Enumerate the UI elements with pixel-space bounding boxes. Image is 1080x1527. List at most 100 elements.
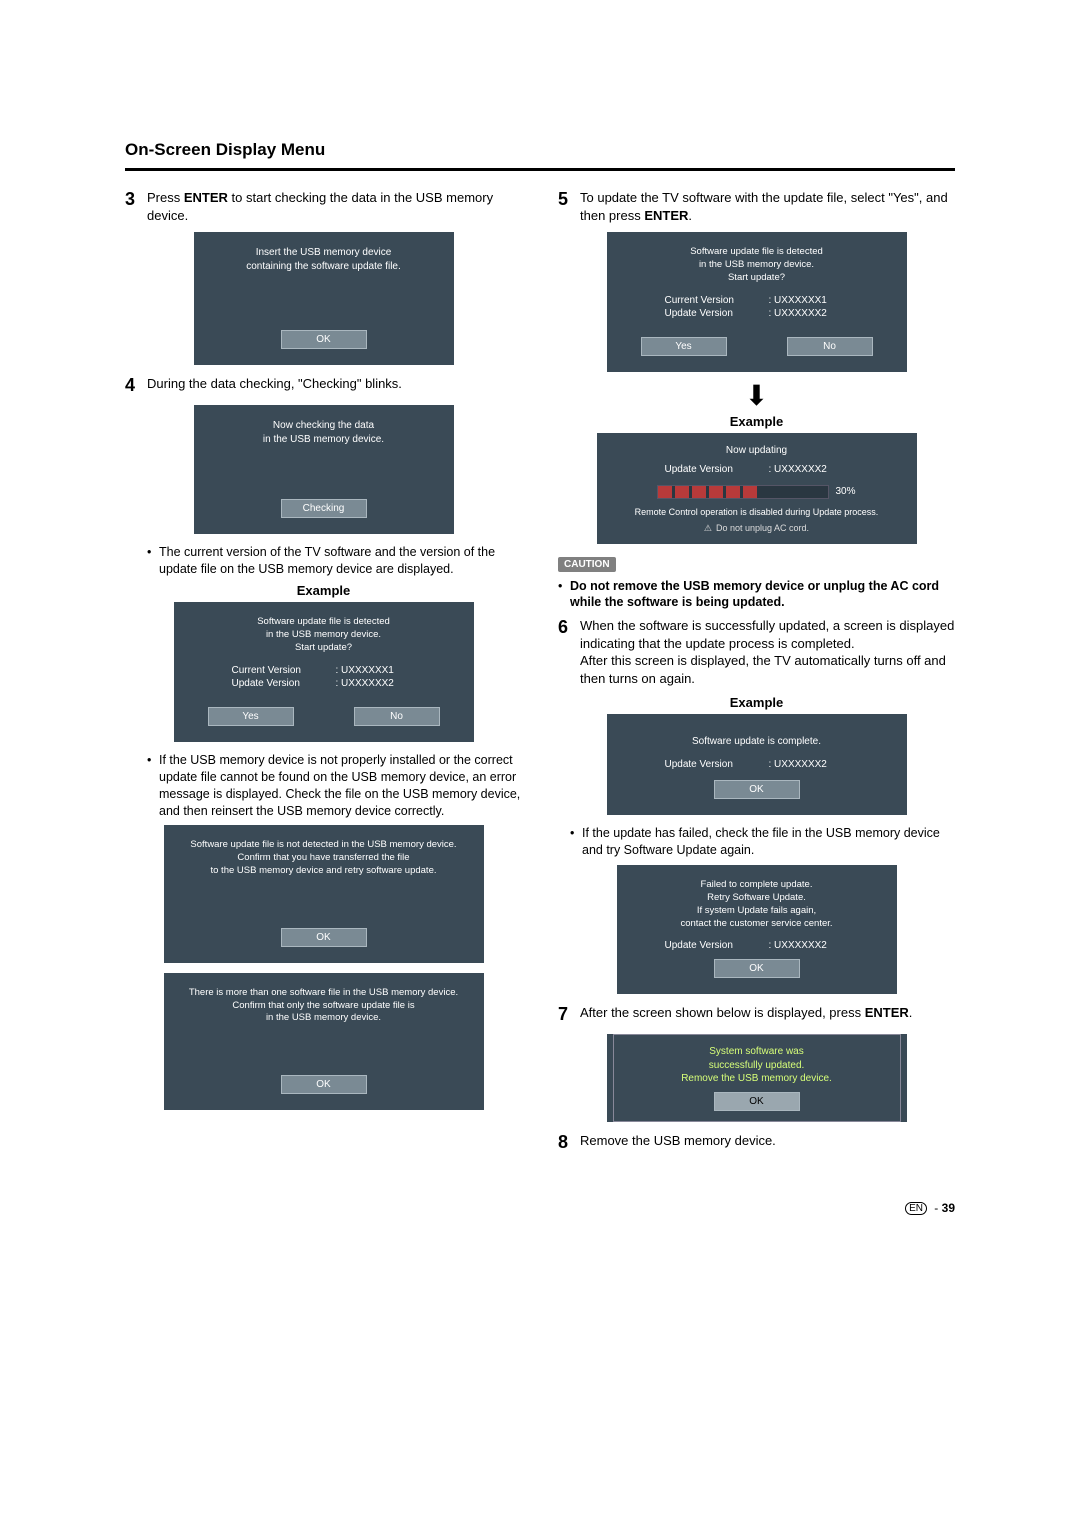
no-button[interactable]: No: [787, 337, 873, 356]
msg-line: in the USB memory device.: [699, 259, 814, 270]
version-label: Update Version: [232, 678, 322, 689]
step-text: When the software is successfully update…: [580, 617, 955, 687]
example-label: Example: [558, 695, 955, 710]
ok-button[interactable]: OK: [281, 1075, 367, 1094]
dialog-update-detected: Software update file is detected in the …: [174, 602, 474, 741]
divider: [125, 168, 955, 171]
progress-segment: [692, 486, 706, 498]
button-row: Yes No: [186, 707, 462, 726]
dialog-message: Software update file is detected in the …: [186, 616, 462, 654]
version-value: : UXXXXXX2: [769, 464, 849, 475]
version-value: : UXXXXXX2: [769, 308, 849, 319]
section-title: On-Screen Display Menu: [125, 140, 955, 160]
ok-button[interactable]: OK: [281, 928, 367, 947]
bullet-not-installed: • If the USB memory device is not proper…: [147, 752, 522, 820]
text-part: To update the TV software with the updat…: [580, 190, 948, 223]
dialog-update-complete: Software update is complete. Update Vers…: [607, 714, 907, 815]
button-row: OK: [624, 1092, 890, 1111]
yes-button[interactable]: Yes: [208, 707, 294, 726]
version-label: Current Version: [232, 665, 322, 676]
msg-line: successfully updated.: [709, 1060, 805, 1071]
version-label: Current Version: [665, 295, 755, 306]
update-version-row: Update Version : UXXXXXX2: [609, 464, 905, 475]
dialog-message: Software update is complete.: [619, 736, 895, 747]
version-label: Update Version: [665, 308, 755, 319]
progress-segment: [658, 486, 672, 498]
caution-block: CAUTION • Do not remove the USB memory d…: [558, 554, 955, 612]
msg-line: If system Update fails again,: [697, 905, 816, 916]
ok-button[interactable]: OK: [714, 780, 800, 799]
msg-line: Retry Software Update.: [707, 892, 806, 903]
bullet-dot: •: [147, 544, 159, 578]
page-lang-badge: EN: [905, 1202, 927, 1215]
no-button[interactable]: No: [354, 707, 440, 726]
step-number: 4: [125, 375, 147, 397]
button-row: Yes No: [619, 337, 895, 356]
step-text: To update the TV software with the updat…: [580, 189, 955, 224]
warning-text: Do not unplug AC cord.: [716, 523, 809, 533]
update-version-row: Update Version : UXXXXXX2: [619, 759, 895, 770]
version-label: Update Version: [665, 940, 755, 951]
unplug-warning: ⚠ Do not unplug AC cord.: [609, 523, 905, 534]
bullet-update-failed: • If the update has failed, check the fi…: [570, 825, 955, 859]
step-number: 7: [558, 1004, 580, 1026]
bullet-dot: •: [558, 578, 570, 612]
warning-icon: ⚠: [704, 523, 712, 534]
yes-button[interactable]: Yes: [641, 337, 727, 356]
msg-line: Now checking the data: [273, 420, 374, 431]
dialog-checking: Now checking the data in the USB memory …: [194, 405, 454, 534]
step-number: 3: [125, 189, 147, 211]
page-num-value: 39: [942, 1201, 955, 1215]
update-version-row: Update Version : UXXXXXX2: [629, 940, 885, 951]
dialog-insert-usb: Insert the USB memory device containing …: [194, 232, 454, 365]
enter-key: ENTER: [644, 208, 688, 223]
dialog-not-detected: Software update file is not detected in …: [164, 825, 484, 962]
button-row: OK: [176, 1075, 472, 1094]
progress-bar: [657, 485, 829, 499]
msg-line: There is more than one software file in …: [189, 987, 458, 998]
left-column: 3 Press ENTER to start checking the data…: [125, 189, 522, 1161]
progress-bar-wrap: 30%: [609, 485, 905, 499]
dialog-message: There is more than one software file in …: [176, 987, 472, 1025]
checking-button: Checking: [281, 499, 367, 518]
version-value: : UXXXXXX2: [769, 759, 849, 770]
dialog-success: System software was successfully updated…: [607, 1034, 907, 1122]
step-number: 6: [558, 617, 580, 639]
text-part: .: [909, 1005, 913, 1020]
ok-button[interactable]: OK: [281, 330, 367, 349]
button-row: OK: [629, 959, 885, 978]
update-version-row: Update Version : UXXXXXX2: [619, 308, 895, 319]
current-version-row: Current Version : UXXXXXX1: [619, 295, 895, 306]
msg-line: Start update?: [295, 642, 352, 653]
arrow-down-icon: ⬇: [558, 382, 955, 410]
msg-line: Software update file is not detected in …: [190, 839, 456, 850]
msg-line: to the USB memory device and retry softw…: [211, 865, 437, 876]
step-text: After the screen shown below is displaye…: [580, 1004, 912, 1022]
version-value: : UXXXXXX1: [769, 295, 849, 306]
caution-badge: CAUTION: [558, 557, 616, 572]
progress-segment: [709, 486, 723, 498]
msg-line: in the USB memory device.: [266, 1012, 381, 1023]
step-7: 7 After the screen shown below is displa…: [558, 1004, 955, 1026]
bullet-current-version: • The current version of the TV software…: [147, 544, 522, 578]
version-value: : UXXXXXX2: [336, 678, 416, 689]
dash: -: [931, 1201, 942, 1215]
msg-line: System software was: [709, 1046, 803, 1057]
msg-line: Software update file is detected: [690, 246, 823, 257]
ok-button[interactable]: OK: [714, 1092, 800, 1111]
dialog-message: Now checking the data in the USB memory …: [206, 419, 442, 447]
msg-line: Software update file is detected: [257, 616, 390, 627]
caution-text: Do not remove the USB memory device or u…: [570, 578, 955, 612]
bullet-dot: •: [147, 752, 159, 820]
text-part: After this screen is displayed, the TV a…: [580, 653, 946, 686]
dialog-message: Insert the USB memory device containing …: [206, 246, 442, 274]
step-4: 4 During the data checking, "Checking" b…: [125, 375, 522, 397]
step-5: 5 To update the TV software with the upd…: [558, 189, 955, 224]
update-version-row: Update Version : UXXXXXX2: [186, 678, 462, 689]
example-label: Example: [558, 414, 955, 429]
enter-key: ENTER: [865, 1005, 909, 1020]
version-value: : UXXXXXX1: [336, 665, 416, 676]
msg-line: in the USB memory device.: [263, 434, 384, 445]
dialog-message: Failed to complete update. Retry Softwar…: [629, 879, 885, 930]
ok-button[interactable]: OK: [714, 959, 800, 978]
